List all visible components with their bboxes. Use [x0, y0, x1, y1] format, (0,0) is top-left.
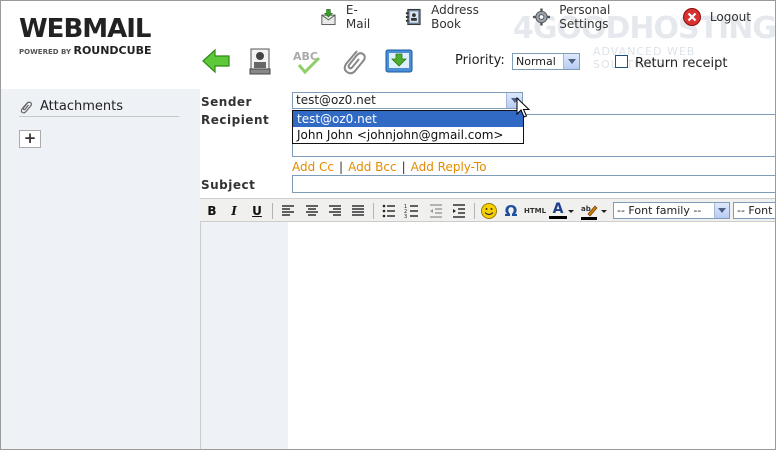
html-source-button[interactable]: HTML — [524, 202, 546, 220]
add-reply-to-link[interactable]: Add Reply-To — [411, 160, 487, 174]
logo-main: WEBMAIL — [19, 14, 152, 44]
align-justify-icon[interactable] — [349, 202, 367, 220]
align-right-icon[interactable] — [326, 202, 344, 220]
font-size-select[interactable]: -- Font s — [733, 202, 775, 219]
chevron-down-icon[interactable] — [567, 202, 575, 220]
smiley-icon[interactable] — [480, 202, 498, 220]
priority-label: Priority: — [455, 53, 505, 68]
italic-button[interactable]: I — [225, 202, 243, 220]
mouse-cursor-icon — [516, 97, 530, 118]
align-center-icon[interactable] — [303, 202, 321, 220]
nav-email[interactable]: E-Mail — [319, 3, 380, 31]
header-links: Add Cc | Add Bcc | Add Reply-To — [292, 160, 487, 174]
logout-icon — [682, 8, 701, 26]
subject-input[interactable] — [292, 175, 775, 193]
chevron-down-icon[interactable] — [600, 202, 608, 220]
sender-option[interactable]: John John <johnjohn@gmail.com> — [293, 127, 523, 143]
chevron-down-icon — [563, 54, 579, 69]
sender-dropdown-list: test@oz0.net John John <johnjohn@gmail.c… — [292, 110, 524, 144]
webmail-logo[interactable]: WEBMAIL POWERED BY ROUNDCUBE — [19, 15, 184, 63]
font-family-select[interactable]: -- Font family -- — [613, 202, 730, 219]
nav-personal-settings[interactable]: Personal Settings — [532, 3, 658, 31]
sender-option[interactable]: test@oz0.net — [293, 111, 523, 127]
add-bcc-link[interactable]: Add Bcc — [348, 160, 396, 174]
gear-icon — [533, 8, 551, 26]
spellcheck-sender-icon[interactable] — [245, 45, 277, 77]
priority-select[interactable]: Normal — [512, 53, 580, 70]
align-left-icon[interactable] — [279, 202, 297, 220]
attachments-sidebar: Attachments + — [1, 89, 200, 449]
bold-button[interactable]: B — [203, 202, 221, 220]
email-icon — [321, 9, 336, 26]
add-attachment-button[interactable]: + — [19, 130, 41, 148]
return-receipt-checkbox[interactable] — [615, 55, 628, 68]
return-receipt-label: Return receipt — [635, 56, 728, 71]
recipient-label: Recipient — [201, 113, 270, 127]
paperclip-icon — [20, 101, 32, 113]
underline-button[interactable]: U — [248, 202, 266, 220]
subject-label: Subject — [201, 178, 256, 192]
save-draft-icon[interactable] — [383, 45, 415, 77]
attachments-header: Attachments — [19, 97, 179, 117]
editor-toolbar: B I U 123 Ω HTML A ab -- Font family -- … — [200, 198, 775, 222]
highlight-color-icon[interactable]: ab — [580, 202, 598, 220]
compose-window: WEBMAIL POWERED BY ROUNDCUBE 4GOODHOSTIN… — [0, 0, 776, 450]
spellcheck-icon[interactable]: ABC — [291, 45, 323, 77]
svg-text:3: 3 — [404, 214, 407, 220]
editor-left-panel — [200, 222, 288, 449]
sender-label: Sender — [201, 95, 252, 109]
logo-sub: POWERED BY ROUNDCUBE — [19, 44, 152, 57]
top-navigation: E-Mail Address Book Personal Settings Lo… — [319, 3, 775, 31]
chevron-down-icon — [714, 203, 729, 218]
bullet-list-icon[interactable] — [380, 202, 398, 220]
nav-logout[interactable]: Logout — [682, 7, 751, 27]
numbered-list-icon[interactable]: 123 — [403, 202, 421, 220]
paperclip-icon[interactable] — [337, 45, 369, 77]
special-char-button[interactable]: Ω — [502, 202, 520, 220]
nav-address-book[interactable]: Address Book — [404, 3, 508, 31]
indent-icon[interactable] — [450, 202, 468, 220]
back-arrow-icon[interactable] — [200, 45, 232, 77]
address-book-icon — [406, 8, 421, 26]
svg-text:ab: ab — [581, 205, 591, 213]
sender-select[interactable]: test@oz0.net — [292, 92, 523, 109]
add-cc-link[interactable]: Add Cc — [292, 160, 334, 174]
font-color-button[interactable]: A — [549, 202, 567, 219]
outdent-icon[interactable] — [427, 202, 445, 220]
